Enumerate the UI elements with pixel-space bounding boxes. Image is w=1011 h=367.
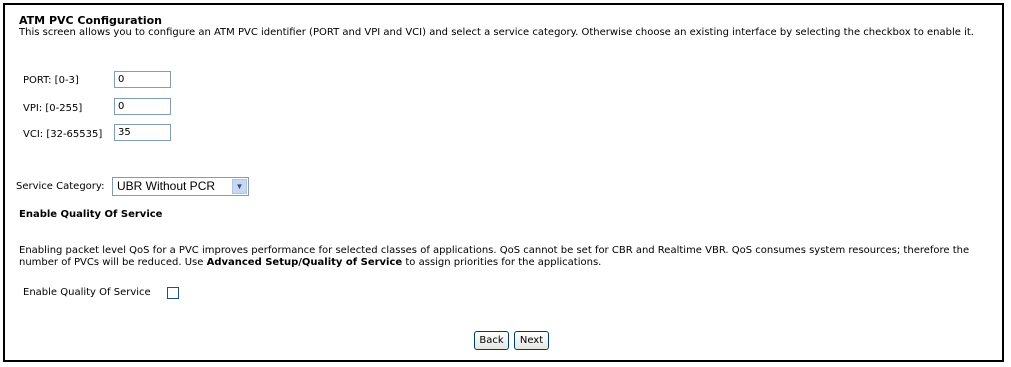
qos-advanced-setup-link-text: Advanced Setup/Quality of Service (206, 257, 403, 268)
vci-label: VCI: [32-65535] (23, 129, 103, 140)
service-category-select[interactable]: UBR Without PCR ▼ (112, 177, 249, 196)
port-input[interactable] (114, 71, 171, 88)
service-category-label: Service Category: (16, 181, 105, 192)
service-category-value: UBR Without PCR (117, 179, 216, 193)
chevron-down-icon[interactable]: ▼ (232, 179, 247, 194)
qos-heading: Enable Quality Of Service (19, 209, 163, 220)
qos-checkbox[interactable] (167, 287, 179, 299)
back-button[interactable]: Back (474, 331, 509, 350)
qos-text-after: to assign priorities for the application… (402, 257, 602, 268)
qos-checkbox-label: Enable Quality Of Service (23, 287, 151, 298)
next-button[interactable]: Next (514, 331, 549, 350)
qos-description: Enabling packet level QoS for a PVC impr… (19, 245, 994, 269)
config-panel: ATM PVC Configuration This screen allows… (3, 3, 1004, 362)
vpi-input[interactable] (114, 98, 171, 115)
vpi-label: VPI: [0-255] (23, 103, 83, 114)
vci-input[interactable] (114, 124, 171, 141)
page-description: This screen allows you to configure an A… (19, 27, 974, 38)
port-label: PORT: [0-3] (23, 75, 79, 86)
page-title: ATM PVC Configuration (19, 14, 162, 27)
